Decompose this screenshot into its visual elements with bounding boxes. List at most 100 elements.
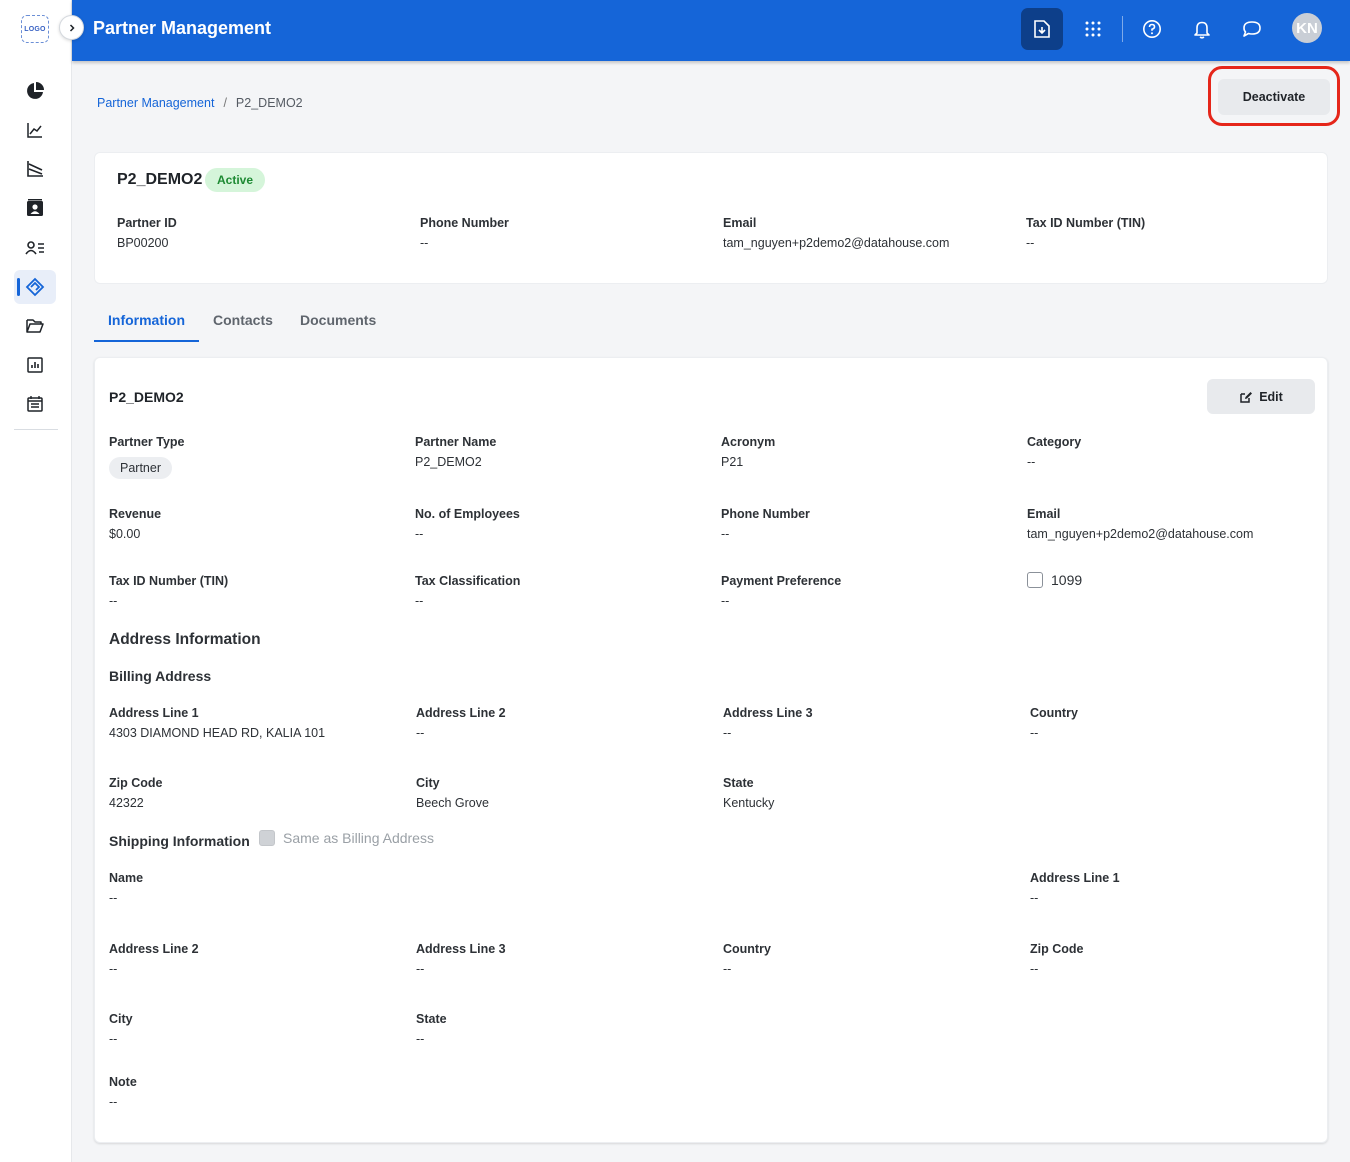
tab-information[interactable]: Information (108, 312, 185, 349)
user-list-icon (25, 241, 44, 255)
summary-partner-id: Partner ID BP00200 (117, 216, 177, 250)
analytics-icon (27, 161, 43, 177)
sidebar-item-reports[interactable] (14, 348, 56, 382)
payment-preference-field: Payment Preference -- (721, 574, 841, 608)
header-separator (1122, 16, 1123, 42)
sidebar-item-dashboard[interactable] (14, 74, 56, 108)
revenue-field: Revenue $0.00 (109, 507, 161, 541)
field-label: Address Line 3 (416, 942, 506, 956)
billing-address-title: Billing Address (109, 668, 212, 684)
breadcrumb-parent-link[interactable]: Partner Management (97, 96, 214, 110)
sidebar-item-users[interactable] (14, 231, 56, 265)
sidebar-expand-button[interactable] (59, 15, 84, 40)
bell-icon (1194, 21, 1210, 39)
field-label: Note (109, 1075, 137, 1089)
field-label: Phone Number (721, 507, 810, 521)
download-button[interactable] (1021, 8, 1063, 50)
field-value: -- (416, 726, 425, 740)
field-value: -- (109, 594, 118, 608)
information-card: P2_DEMO2 Edit Partner Type Partner Partn… (94, 357, 1328, 1143)
summary-tin: Tax ID Number (TIN) -- (1026, 216, 1145, 250)
partner-name-field: Partner Name P2_DEMO2 (415, 435, 496, 469)
field-label: Partner Type (109, 435, 185, 449)
status-badge: Active (205, 168, 266, 192)
field-value: -- (109, 1095, 118, 1109)
sidebar-item-partners[interactable] (14, 270, 56, 304)
apps-grid-icon (1085, 21, 1101, 37)
phone-field: Phone Number -- (721, 507, 810, 541)
breadcrumb: Partner Management / P2_DEMO2 (97, 96, 303, 110)
field-label: Partner Name (415, 435, 497, 449)
field-label: Country (1030, 706, 1078, 720)
tab-contacts[interactable]: Contacts (213, 312, 273, 349)
breadcrumb-current: P2_DEMO2 (235, 96, 303, 110)
field-value: 4303 DIAMOND HEAD RD, KALIA 101 (109, 726, 326, 740)
sidebar-item-trends[interactable] (14, 113, 56, 147)
field-label: Address Line 1 (109, 706, 199, 720)
partner-type-chip: Partner (109, 457, 172, 479)
help-button[interactable] (1131, 8, 1173, 50)
edit-label: Edit (1259, 389, 1283, 404)
field-label: Name (109, 871, 144, 885)
tab-documents[interactable]: Documents (300, 312, 376, 349)
field-label: Acronym (721, 435, 776, 449)
sidebar-item-files[interactable] (14, 309, 56, 343)
chat-button[interactable] (1231, 8, 1273, 50)
app-title: Partner Management (93, 18, 272, 38)
note-field: Note -- (109, 1075, 137, 1109)
field-label: City (416, 776, 440, 790)
partner-type-field: Partner Type Partner (109, 435, 185, 479)
partner-handshake-icon (25, 277, 45, 297)
active-tab-indicator (94, 340, 199, 342)
same-as-billing-row: Same as Billing Address (259, 830, 434, 846)
card-title: P2_DEMO2 (109, 389, 184, 405)
field-value: -- (416, 1032, 425, 1046)
sidebar-item-analytics[interactable] (14, 152, 56, 186)
field-label: Payment Preference (721, 574, 842, 588)
field-label: Zip Code (1030, 942, 1084, 956)
folder-open-icon (26, 319, 44, 333)
field-label: Email (1027, 507, 1061, 521)
sidebar-item-calendar[interactable] (14, 387, 56, 421)
field-label: Phone Number (420, 216, 509, 230)
field-label: State (723, 776, 754, 790)
shipping-country-field: Country -- (723, 942, 771, 976)
form-1099-label: 1099 (1051, 572, 1083, 588)
apps-button[interactable] (1072, 8, 1114, 50)
field-label: Category (1027, 435, 1082, 449)
breadcrumb-separator: / (223, 96, 227, 110)
shipping-info-title: Shipping Information (109, 833, 250, 849)
field-label: Country (723, 942, 771, 956)
field-label: Zip Code (109, 776, 163, 790)
field-value: -- (1027, 455, 1036, 469)
edit-button[interactable]: Edit (1207, 379, 1315, 414)
form-1099-checkbox-row: 1099 (1027, 572, 1082, 588)
form-1099-checkbox[interactable] (1027, 572, 1043, 588)
field-label: Tax ID Number (TIN) (1026, 216, 1146, 230)
avatar[interactable]: KN (1292, 13, 1322, 43)
field-value: tam_nguyen+p2demo2@datahouse.com (723, 236, 950, 250)
employees-field: No. of Employees -- (415, 507, 520, 541)
download-icon (1034, 20, 1050, 38)
logo[interactable]: LOGO (21, 15, 49, 43)
field-value: -- (1030, 891, 1039, 905)
field-label: State (416, 1012, 447, 1026)
field-label: Email (723, 216, 757, 230)
sidebar: LOGO (0, 0, 72, 1162)
field-value: P2_DEMO2 (415, 455, 482, 469)
shipping-line2-field: Address Line 2 -- (109, 942, 199, 976)
field-value: Beech Grove (416, 796, 489, 810)
field-label: Revenue (109, 507, 162, 521)
field-value: -- (415, 527, 424, 541)
same-as-billing-label: Same as Billing Address (283, 830, 434, 846)
shipping-line1-field: Address Line 1 -- (1030, 871, 1120, 905)
field-label: Partner ID (117, 216, 177, 230)
field-label: Address Line 2 (109, 942, 199, 956)
sidebar-item-contacts[interactable] (14, 191, 56, 225)
billing-line2-field: Address Line 2 -- (416, 706, 506, 740)
same-as-billing-checkbox[interactable] (259, 830, 275, 846)
deactivate-button[interactable]: Deactivate (1218, 79, 1330, 115)
billing-city-field: City Beech Grove (416, 776, 489, 810)
pie-chart-icon (27, 82, 44, 99)
notifications-button[interactable] (1181, 8, 1223, 50)
